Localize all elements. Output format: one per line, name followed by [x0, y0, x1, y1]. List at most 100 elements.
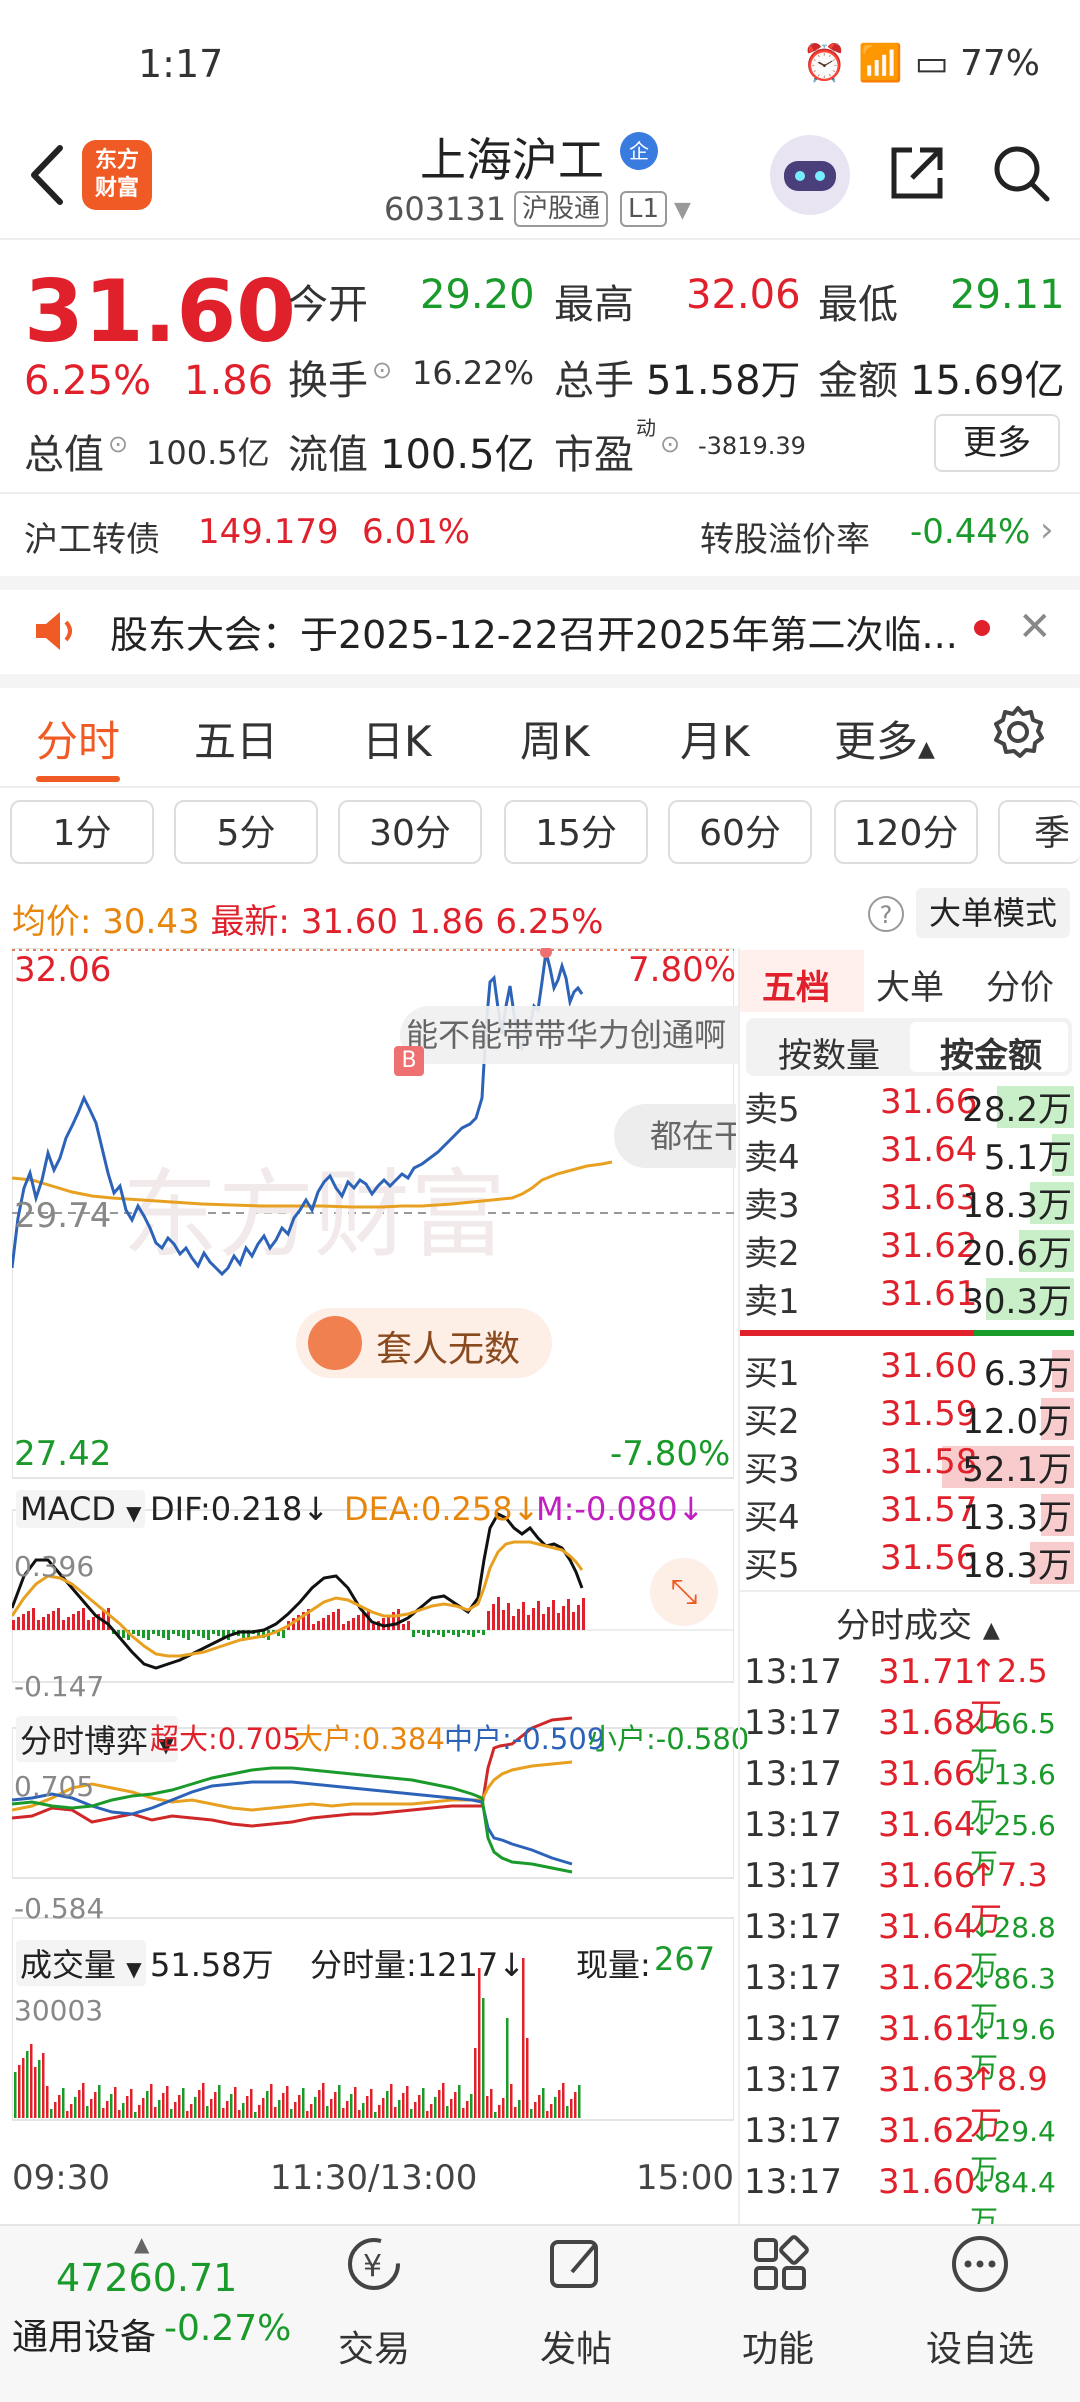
nav-functions[interactable]: 功能: [698, 2320, 858, 2372]
info-icon[interactable]: ⊙: [660, 430, 680, 458]
tab-5day[interactable]: 五日: [194, 708, 278, 769]
volume-bar: [318, 2090, 321, 2118]
macd-bar: [517, 1609, 520, 1630]
sell-level-row[interactable]: 卖1 31.61 30.3万: [744, 1274, 1076, 1322]
bullet-comment[interactable]: 能不能带带华力创通啊: [400, 1006, 740, 1064]
tab-more[interactable]: 更多▲: [834, 708, 935, 769]
volume-top: 30003: [14, 1994, 104, 2027]
cb-premium-label: 转股溢价率: [700, 520, 870, 560]
buy-level-row[interactable]: 买4 31.57 13.3万: [744, 1490, 1076, 1538]
game-top: 0.705: [14, 1770, 95, 1803]
volume-bar: [466, 2101, 469, 2118]
more-button[interactable]: 更多: [934, 414, 1060, 472]
volume-bar: [250, 2089, 253, 2118]
tick-row: 13:17 31.64 ↓28.8万: [744, 1907, 1056, 1982]
volume-bar: [406, 2086, 409, 2118]
macd-bar: [62, 1620, 65, 1630]
tab-weekly-k[interactable]: 周K: [520, 708, 590, 769]
macd-bar: [32, 1608, 35, 1630]
tab-daily-k[interactable]: 日K: [362, 708, 432, 769]
macd-bar: [192, 1630, 195, 1634]
cb-percent: 6.01%: [362, 512, 471, 552]
macd-selector[interactable]: MACD ▼: [16, 1490, 146, 1528]
chevron-right-icon[interactable]: ›: [1040, 510, 1054, 550]
subtab-by-quantity[interactable]: 按数量: [778, 1028, 880, 1077]
period-60min[interactable]: 60分: [668, 800, 812, 864]
volume-bar: [18, 2065, 21, 2118]
mktcap-label: 总值: [24, 432, 104, 478]
volume-bar: [538, 2095, 541, 2118]
nav-add-watchlist[interactable]: 设自选: [900, 2320, 1060, 2372]
bottom-nav: [0, 2224, 1080, 2402]
buy-level-row[interactable]: 买3 31.58 52.1万: [744, 1442, 1076, 1490]
period-1min[interactable]: 1分: [10, 800, 154, 864]
nav-trade[interactable]: 交易: [294, 2320, 454, 2372]
sell-level-row[interactable]: 卖2 31.62 20.6万: [744, 1226, 1076, 1274]
info-icon[interactable]: ⊙: [372, 356, 392, 384]
macd-bar: [162, 1630, 165, 1638]
volume-now-label: 现量:: [576, 1946, 651, 1984]
banner-pill[interactable]: 套人无数: [296, 1308, 552, 1378]
search-icon[interactable]: [990, 142, 1052, 204]
functions-grid-icon[interactable]: [748, 2232, 812, 2296]
volume-bar: [46, 2086, 49, 2118]
game-big: 大户:0.384: [294, 1722, 445, 1756]
gear-icon[interactable]: [990, 704, 1046, 760]
volume-bar: [450, 2099, 453, 2118]
period-quarter[interactable]: 季: [998, 800, 1080, 864]
tab-monthly-k[interactable]: 月K: [680, 708, 750, 769]
sell-level-row[interactable]: 卖4 31.64 5.1万: [744, 1130, 1076, 1178]
volume-bar: [94, 2092, 97, 2118]
collapse-icon[interactable]: ▲: [134, 2232, 149, 2256]
index-name[interactable]: 通用设备: [12, 2308, 156, 2360]
edit-post-icon[interactable]: [544, 2232, 608, 2296]
sell-level-row[interactable]: 卖3 31.63 18.3万: [744, 1178, 1076, 1226]
volume-bar: [102, 2108, 105, 2118]
bullet-comment-2[interactable]: 都在干: [614, 1104, 736, 1168]
expand-icon[interactable]: ⤡: [650, 1558, 718, 1626]
more-dots-icon[interactable]: [948, 2232, 1012, 2296]
help-icon[interactable]: ?: [868, 896, 904, 932]
tab-price-dist[interactable]: 分价: [986, 960, 1054, 1009]
period-120min[interactable]: 120分: [834, 800, 978, 864]
back-icon[interactable]: [22, 140, 72, 210]
macd-bar: [512, 1616, 515, 1630]
period-5min[interactable]: 5分: [174, 800, 318, 864]
tick-row: 13:17 31.66 ↑7.3万: [744, 1856, 1048, 1938]
buy-level-row[interactable]: 买5 31.56 18.3万: [744, 1538, 1076, 1586]
volume-selector[interactable]: 成交量 ▼: [16, 1940, 146, 1986]
index-value[interactable]: 47260.71: [56, 2256, 237, 2300]
high-marker: [540, 948, 552, 958]
notice-text[interactable]: 股东大会：于2025-12-22召开2025年第二次临...: [110, 604, 958, 659]
info-icon[interactable]: ⊙: [108, 430, 128, 458]
big-order-mode-button[interactable]: 大单模式: [916, 888, 1070, 938]
dropdown-icon[interactable]: ▼: [674, 198, 691, 223]
pe-value: -3819.39: [698, 432, 806, 460]
tab-five-levels[interactable]: 五档: [762, 960, 830, 1009]
macd-bar: [542, 1614, 545, 1630]
volume-bar: [194, 2097, 197, 2118]
buy-level-row[interactable]: 买1 31.60 6.3万: [744, 1346, 1076, 1394]
share-icon[interactable]: [886, 142, 948, 204]
tab-fenshi[interactable]: 分时: [36, 708, 120, 769]
macd-bar: [137, 1630, 140, 1636]
float-label: 流值: [288, 432, 368, 478]
assistant-robot-icon[interactable]: [770, 135, 850, 215]
svg-text:¥: ¥: [363, 2249, 382, 2284]
volume-bar: [110, 2094, 113, 2118]
trade-icon[interactable]: ¥: [342, 2232, 406, 2296]
cb-name[interactable]: 沪工转债: [24, 512, 160, 561]
volume-bar: [234, 2087, 237, 2118]
macd-bar: [187, 1630, 190, 1640]
low-value: 29.11: [950, 272, 1065, 318]
subtab-by-amount[interactable]: 按金额: [940, 1028, 1042, 1077]
period-15min[interactable]: 15分: [504, 800, 648, 864]
nav-post[interactable]: 发帖: [496, 2320, 656, 2372]
ticks-title[interactable]: 分时成交 ▲: [836, 1598, 1000, 1647]
volume-bar: [430, 2104, 433, 2118]
buy-level-row[interactable]: 买2 31.59 12.0万: [744, 1394, 1076, 1442]
sell-level-row[interactable]: 卖5 31.66 28.2万: [744, 1082, 1076, 1130]
tab-big-orders[interactable]: 大单: [876, 960, 944, 1009]
close-icon[interactable]: ✕: [1018, 604, 1052, 650]
period-30min[interactable]: 30分: [338, 800, 482, 864]
